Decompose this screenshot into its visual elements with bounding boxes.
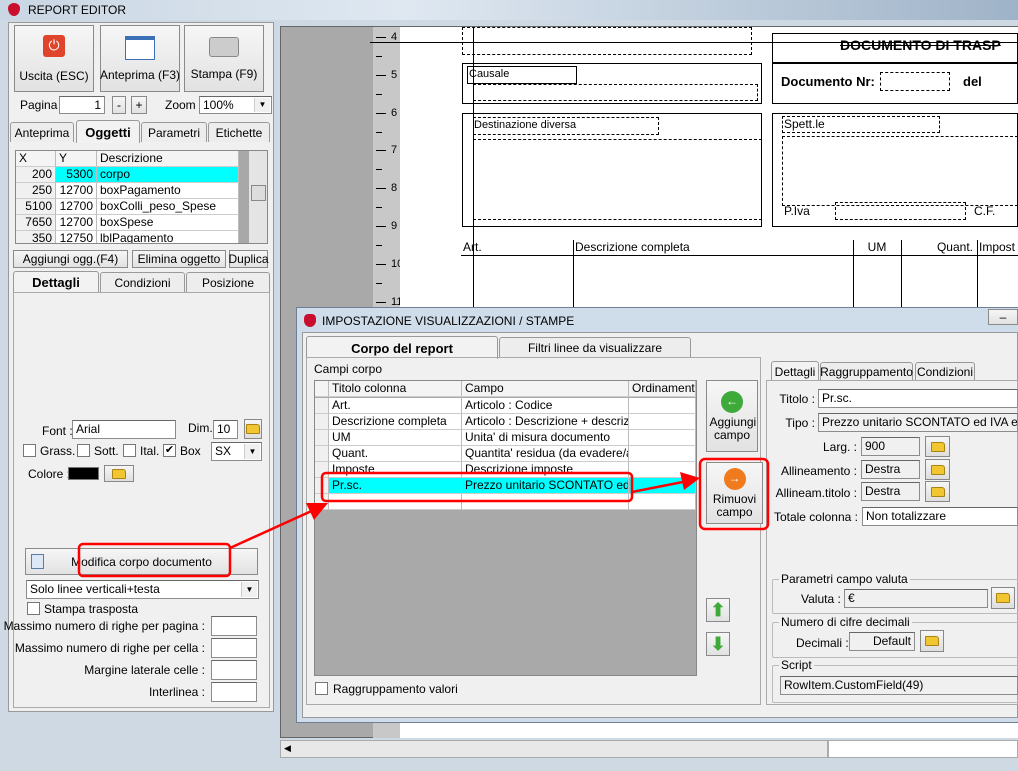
highlight-selected-row: [320, 471, 634, 503]
highlight-edit-body: [77, 542, 232, 578]
highlight-remove-button: [698, 457, 770, 531]
arrow-to-remove: [631, 479, 689, 494]
annotation-overlay: [77, 457, 770, 578]
arrow-to-grid: [229, 507, 317, 550]
arrow-head-remove: [680, 472, 700, 490]
